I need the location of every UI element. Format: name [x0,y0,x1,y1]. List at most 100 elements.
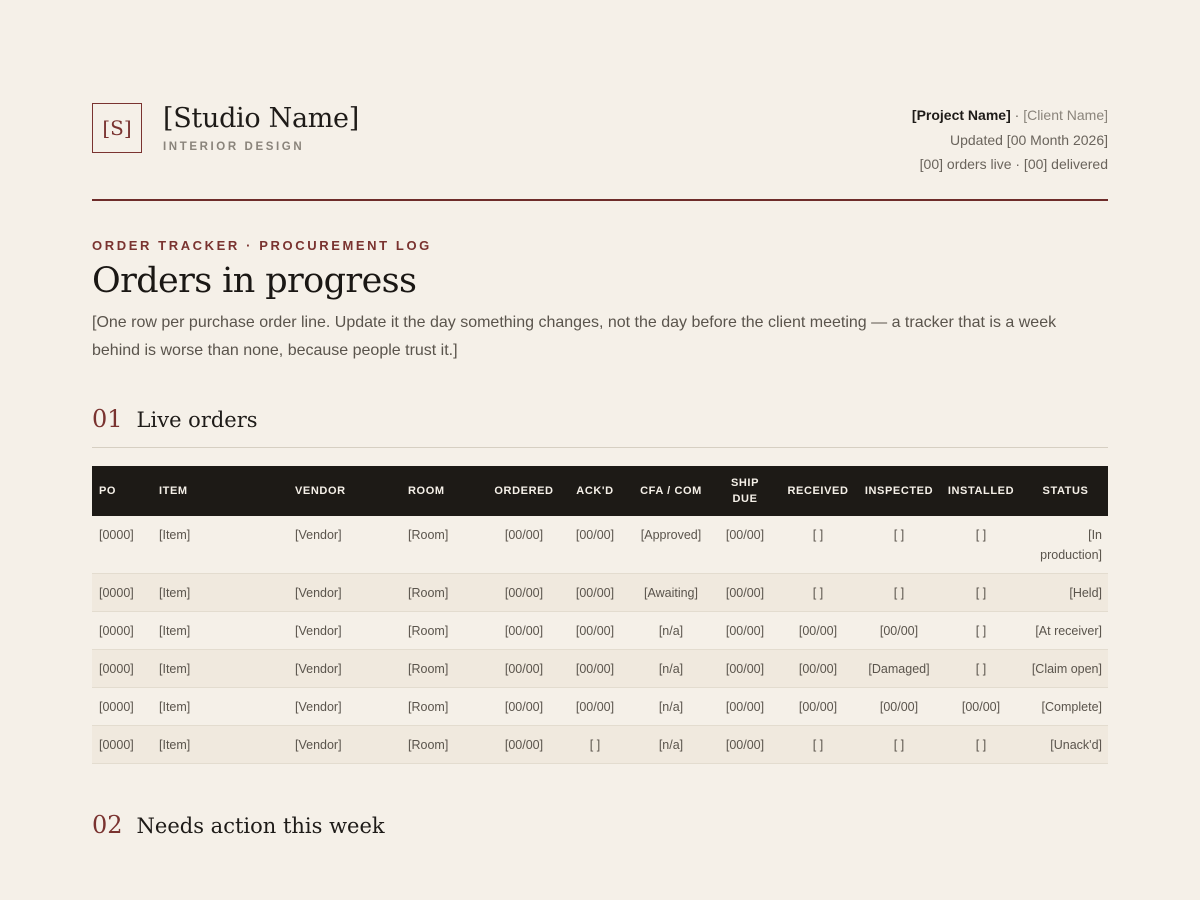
cell-cfa-com: [n/a] [629,649,713,688]
cell-cfa-com: [Awaiting] [629,573,713,612]
cell-status: [Complete] [1023,687,1108,726]
table-body: [0000] [Item] [Vendor] [Room] [00/00] [0… [92,516,1108,764]
cell-po: [0000] [92,573,152,612]
cell-room: [Room] [401,725,487,764]
cell-item: [Item] [152,687,288,726]
cell-received: [ ] [777,725,859,764]
cell-ackd: [00/00] [561,687,629,726]
cell-cfa-com: [Approved] [629,516,713,574]
cell-ackd: [00/00] [561,573,629,612]
cell-vendor: [Vendor] [288,687,401,726]
cell-ackd: [00/00] [561,611,629,650]
column-header-received: RECEIVED [777,466,859,516]
cell-received: [ ] [777,516,859,574]
cell-ordered: [00/00] [487,725,561,764]
project-name: [Project Name] [911,107,1011,123]
cell-inspected: [00/00] [859,687,939,726]
cell-installed: [ ] [939,725,1023,764]
studio-monogram: [S] [92,103,142,153]
cell-vendor: [Vendor] [288,725,401,764]
table-header: PO ITEM VENDOR ROOM ORDERED ACK'D CFA / … [92,466,1108,516]
page: [S] [Studio Name] INTERIOR DESIGN [Proje… [92,0,1108,853]
cell-ship-due: [00/00] [713,516,777,574]
eyebrow: ORDER TRACKER · PROCUREMENT LOG [92,238,432,253]
section-heading-live-orders: 01 Live orders [92,405,1108,448]
section-heading-needs-action: 02 Needs action this week [92,811,1108,853]
cell-installed: [ ] [939,611,1023,650]
cell-po: [0000] [92,611,152,650]
brand-text: [Studio Name] INTERIOR DESIGN [163,103,359,153]
cell-room: [Room] [401,687,487,726]
project-line: [Project Name] · [Client Name] [912,103,1108,128]
cell-status: [At receiver] [1023,611,1108,650]
table-row: [0000] [Item] [Vendor] [Room] [00/00] [0… [92,687,1108,726]
cell-ackd: [ ] [561,725,629,764]
column-header-ship-due: SHIP DUE [713,466,777,516]
cell-vendor: [Vendor] [288,611,401,650]
column-header-cfa-com: CFA / COM [629,466,713,516]
client-name: [Client Name] [1023,107,1108,123]
cell-room: [Room] [401,573,487,612]
cell-vendor: [Vendor] [288,649,401,688]
meta-separator: · [1010,107,1024,123]
cell-ackd: [00/00] [561,649,629,688]
cell-status: [In production] [1023,516,1108,574]
column-header-vendor: VENDOR [288,466,401,516]
cell-ship-due: [00/00] [713,649,777,688]
table-row: [0000] [Item] [Vendor] [Room] [00/00] [0… [92,611,1108,650]
cell-po: [0000] [92,687,152,726]
cell-vendor: [Vendor] [288,573,401,612]
table-row: [0000] [Item] [Vendor] [Room] [00/00] [0… [92,573,1108,612]
orders-table: PO ITEM VENDOR ROOM ORDERED ACK'D CFA / … [92,466,1108,764]
cell-ordered: [00/00] [487,687,561,726]
brand: [S] [Studio Name] INTERIOR DESIGN [92,103,359,153]
cell-installed: [ ] [939,516,1023,574]
intro-text: [One row per purchase order line. Update… [92,314,1057,359]
cell-received: [ ] [777,573,859,612]
cell-room: [Room] [401,516,487,574]
studio-subtitle: INTERIOR DESIGN [163,141,305,153]
section-number: 01 [92,405,123,433]
cell-installed: [ ] [939,649,1023,688]
cell-received: [00/00] [777,649,859,688]
section-number: 02 [92,811,123,839]
cell-installed: [ ] [939,573,1023,612]
cell-room: [Room] [401,649,487,688]
section-title: Needs action this week [136,814,385,838]
cell-item: [Item] [152,516,288,574]
cell-inspected: [00/00] [859,611,939,650]
cell-cfa-com: [n/a] [629,725,713,764]
header-row: PO ITEM VENDOR ROOM ORDERED ACK'D CFA / … [92,466,1108,516]
studio-name: [Studio Name] [163,103,359,134]
cell-cfa-com: [n/a] [629,687,713,726]
cell-status: [Held] [1023,573,1108,612]
column-header-ordered: ORDERED [487,466,561,516]
order-counts: [00] orders live · [00] delivered [919,156,1108,172]
cell-item: [Item] [152,649,288,688]
cell-inspected: [ ] [859,516,939,574]
cell-cfa-com: [n/a] [629,611,713,650]
column-header-installed: INSTALLED [939,466,1023,516]
cell-ship-due: [00/00] [713,611,777,650]
cell-inspected: [Damaged] [859,649,939,688]
cell-item: [Item] [152,611,288,650]
cell-ordered: [00/00] [487,649,561,688]
cell-installed: [00/00] [939,687,1023,726]
updated-date: Updated [00 Month 2026] [949,131,1108,148]
table-row: [0000] [Item] [Vendor] [Room] [00/00] [0… [92,516,1108,574]
page-header: [S] [Studio Name] INTERIOR DESIGN [Proje… [92,103,1108,201]
table-row: [0000] [Item] [Vendor] [Room] [00/00] [0… [92,649,1108,688]
cell-ship-due: [00/00] [713,725,777,764]
cell-received: [00/00] [777,611,859,650]
column-header-inspected: INSPECTED [859,466,939,516]
project-meta: [Project Name] · [Client Name] Updated [… [912,103,1108,177]
cell-item: [Item] [152,573,288,612]
cell-inspected: [ ] [859,725,939,764]
cell-ackd: [00/00] [561,516,629,574]
cell-item: [Item] [152,725,288,764]
cell-room: [Room] [401,611,487,650]
column-header-item: ITEM [152,466,288,516]
cell-received: [00/00] [777,687,859,726]
table-row: [0000] [Item] [Vendor] [Room] [00/00] [ … [92,725,1108,764]
cell-po: [0000] [92,649,152,688]
